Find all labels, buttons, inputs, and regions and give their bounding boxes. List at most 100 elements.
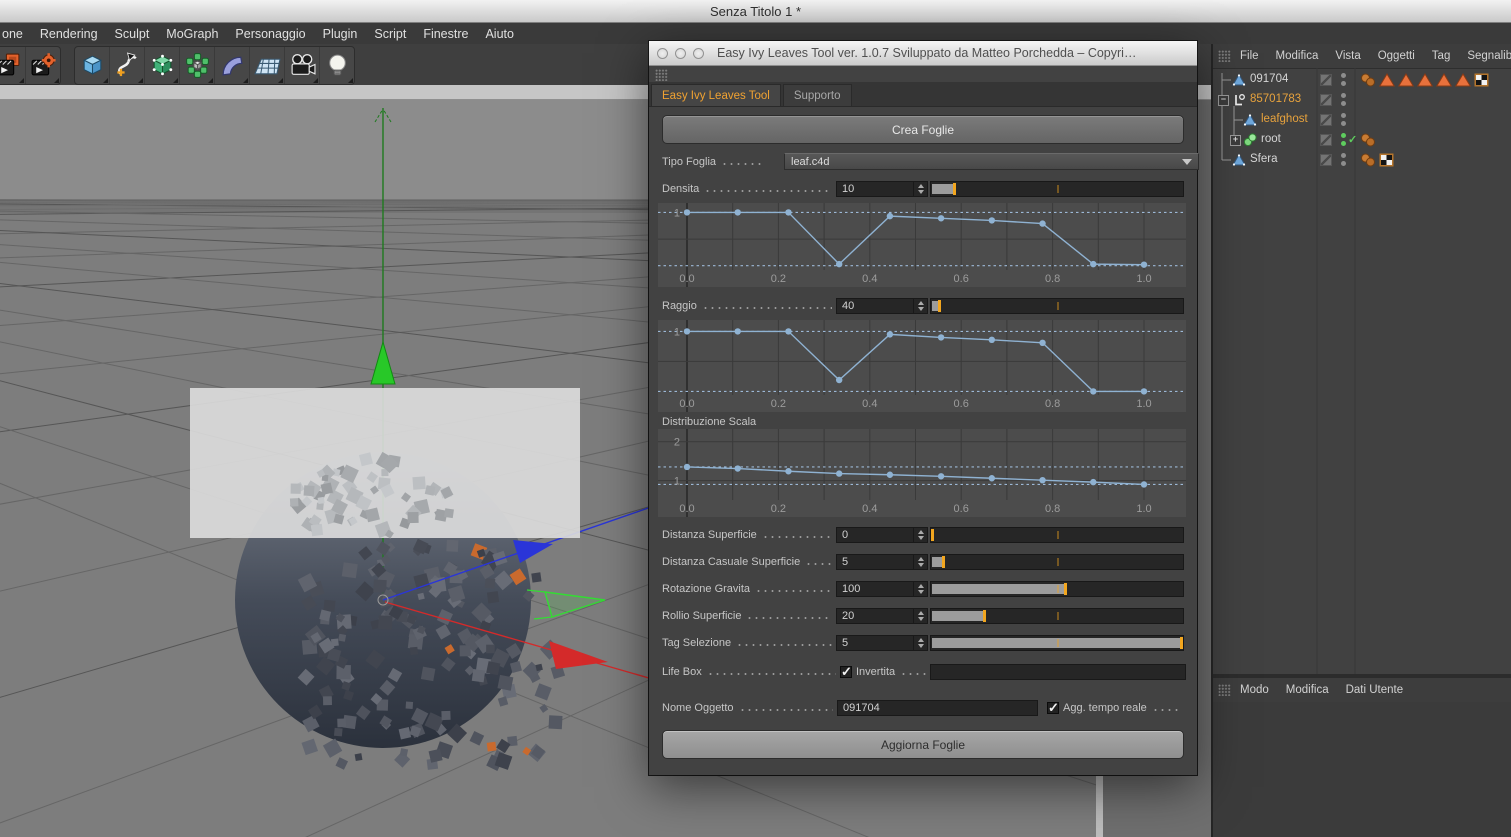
menu-item-one[interactable]: one xyxy=(2,27,23,41)
tag_selezione-field[interactable]: 5 xyxy=(836,634,928,651)
panel-grip-icon[interactable] xyxy=(1218,684,1231,696)
distanza_casuale_superficie-slider[interactable] xyxy=(930,553,1184,570)
object-row-leafghost[interactable]: leafghost xyxy=(1213,110,1511,130)
distanza_casuale_superficie-stepper[interactable] xyxy=(913,554,927,569)
om-menu-segnalibri[interactable]: Segnalibri xyxy=(1467,50,1511,62)
uvw-tag-icon[interactable] xyxy=(1379,153,1394,167)
visibility-dot-bottom[interactable] xyxy=(1341,101,1346,106)
object-row-85701783[interactable]: − 85701783 xyxy=(1213,90,1511,110)
life-box-field[interactable] xyxy=(930,663,1186,680)
om-menu-vista[interactable]: Vista xyxy=(1335,50,1360,62)
camera-button[interactable] xyxy=(285,47,320,84)
rotazione_gravita-slider[interactable] xyxy=(930,580,1184,597)
menu-item-script[interactable]: Script xyxy=(374,27,406,41)
spline-graph-distribuzione-scala-spline[interactable]: 0.0 0.2 0.4 0.6 0.8 1.0 2 1 xyxy=(658,429,1186,520)
visibility-dot-bottom[interactable] xyxy=(1341,81,1346,86)
distanza_superficie-slider[interactable] xyxy=(930,526,1184,543)
object-row-sfera[interactable]: Sfera xyxy=(1213,150,1511,170)
densita-stepper[interactable] xyxy=(913,181,927,196)
invertita-checkbox[interactable] xyxy=(840,664,852,680)
visibility-dot-top[interactable] xyxy=(1341,93,1346,98)
expand-icon[interactable]: + xyxy=(1230,135,1241,146)
menu-item-finestre[interactable]: Finestre xyxy=(423,27,468,41)
raggio-stepper[interactable] xyxy=(913,298,927,313)
tag_selezione-slider[interactable] xyxy=(930,634,1184,651)
make-editable-button[interactable] xyxy=(145,47,180,84)
selection-tag-icon[interactable] xyxy=(1417,73,1433,87)
selection-tag-icon[interactable] xyxy=(1379,73,1395,87)
rollio_superficie-slider[interactable] xyxy=(930,607,1184,624)
visibility-dot-bottom[interactable] xyxy=(1341,161,1346,166)
array-object-button[interactable] xyxy=(180,47,215,84)
menu-item-aiuto[interactable]: Aiuto xyxy=(485,27,514,41)
visibility-dot-top[interactable] xyxy=(1341,113,1346,118)
render-view-button[interactable] xyxy=(0,47,26,84)
selection-tag-icon[interactable] xyxy=(1436,73,1452,87)
tipo-foglia-dropdown[interactable]: leaf.c4d xyxy=(784,153,1199,170)
distanza_casuale_superficie-field[interactable]: 5 xyxy=(836,553,928,570)
nome-oggetto-field[interactable]: 091704 xyxy=(837,699,1038,716)
agg-tempo-reale-checkbox[interactable] xyxy=(1047,700,1059,716)
visibility-dot-top[interactable] xyxy=(1341,73,1346,78)
om-menu-tag[interactable]: Tag xyxy=(1432,50,1451,62)
layer-chip-icon[interactable] xyxy=(1320,134,1332,146)
aggiorna-foglie-button[interactable]: Aggiorna Foglie xyxy=(662,730,1184,759)
spline-pen-button[interactable] xyxy=(110,47,145,84)
rollio_superficie-stepper[interactable] xyxy=(913,608,927,623)
om-menu-modifica[interactable]: Modifica xyxy=(1276,50,1319,62)
dialog-titlebar[interactable]: Easy Ivy Leaves Tool ver. 1.0.7 Sviluppa… xyxy=(649,41,1197,66)
visibility-dot-top[interactable] xyxy=(1341,153,1346,158)
layer-chip-icon[interactable] xyxy=(1320,154,1332,166)
dialog-grip-icon[interactable] xyxy=(655,69,668,81)
phong-tag-icon[interactable] xyxy=(1360,133,1376,147)
menu-item-plugin[interactable]: Plugin xyxy=(323,27,358,41)
light-button[interactable] xyxy=(320,47,354,84)
spline-graph-densita-spline[interactable]: 0.0 0.2 0.4 0.6 0.8 1.0 1 xyxy=(658,203,1186,290)
floor-grid-button[interactable] xyxy=(250,47,285,84)
raggio-slider[interactable] xyxy=(930,297,1184,314)
render-settings-button[interactable] xyxy=(26,47,60,84)
am-menu-modo[interactable]: Modo xyxy=(1240,684,1269,696)
menu-item-personaggio[interactable]: Personaggio xyxy=(235,27,305,41)
panel-grip-icon[interactable] xyxy=(1218,50,1231,62)
raggio-spline[interactable]: 0.0 0.2 0.4 0.6 0.8 1.0 1 xyxy=(658,320,1186,412)
add-cube-button[interactable] xyxy=(75,47,110,84)
visibility-dot-bottom[interactable] xyxy=(1341,121,1346,126)
om-menu-file[interactable]: File xyxy=(1240,50,1259,62)
close-icon[interactable] xyxy=(657,47,668,59)
selection-tag-icon[interactable] xyxy=(1455,73,1471,87)
window-titlebar[interactable]: Senza Titolo 1 * xyxy=(0,0,1511,23)
rotazione_gravita-field[interactable]: 100 xyxy=(836,580,928,597)
densita-field[interactable]: 10 xyxy=(836,180,928,197)
visibility-dot-bottom[interactable] xyxy=(1341,141,1346,146)
menu-item-sculpt[interactable]: Sculpt xyxy=(115,27,150,41)
rollio_superficie-field[interactable]: 20 xyxy=(836,607,928,624)
distribuzione-scala-spline[interactable]: 0.0 0.2 0.4 0.6 0.8 1.0 2 1 xyxy=(658,429,1186,517)
tab-easy-ivy-leaves-tool[interactable]: Easy Ivy Leaves Tool xyxy=(651,84,781,106)
rotazione_gravita-stepper[interactable] xyxy=(913,581,927,596)
raggio-field[interactable]: 40 xyxy=(836,297,928,314)
om-menu-oggetti[interactable]: Oggetti xyxy=(1378,50,1415,62)
densita-slider[interactable] xyxy=(930,180,1184,197)
uvw-tag-icon[interactable] xyxy=(1474,73,1489,87)
distanza_superficie-field[interactable]: 0 xyxy=(836,526,928,543)
menu-item-mograph[interactable]: MoGraph xyxy=(166,27,218,41)
phong-tag-icon[interactable] xyxy=(1360,153,1376,167)
minimize-icon[interactable] xyxy=(675,47,686,59)
am-menu-modifica[interactable]: Modifica xyxy=(1286,684,1329,696)
densita-spline[interactable]: 0.0 0.2 0.4 0.6 0.8 1.0 1 xyxy=(658,203,1186,287)
spline-graph-raggio-spline[interactable]: 0.0 0.2 0.4 0.6 0.8 1.0 1 xyxy=(658,320,1186,415)
object-row-root[interactable]: + root ✓ xyxy=(1213,130,1511,150)
tab-supporto[interactable]: Supporto xyxy=(782,84,852,106)
selection-tag-icon[interactable] xyxy=(1398,73,1414,87)
layer-chip-icon[interactable] xyxy=(1320,74,1332,86)
deformer-button[interactable] xyxy=(215,47,250,84)
tag_selezione-stepper[interactable] xyxy=(913,635,927,650)
layer-chip-icon[interactable] xyxy=(1320,94,1332,106)
layer-chip-icon[interactable] xyxy=(1320,114,1332,126)
object-row-091704[interactable]: 091704 xyxy=(1213,70,1511,90)
distanza_superficie-stepper[interactable] xyxy=(913,527,927,542)
menu-item-rendering[interactable]: Rendering xyxy=(40,27,98,41)
zoom-icon[interactable] xyxy=(693,47,704,59)
crea-foglie-button[interactable]: Crea Foglie xyxy=(662,115,1184,144)
